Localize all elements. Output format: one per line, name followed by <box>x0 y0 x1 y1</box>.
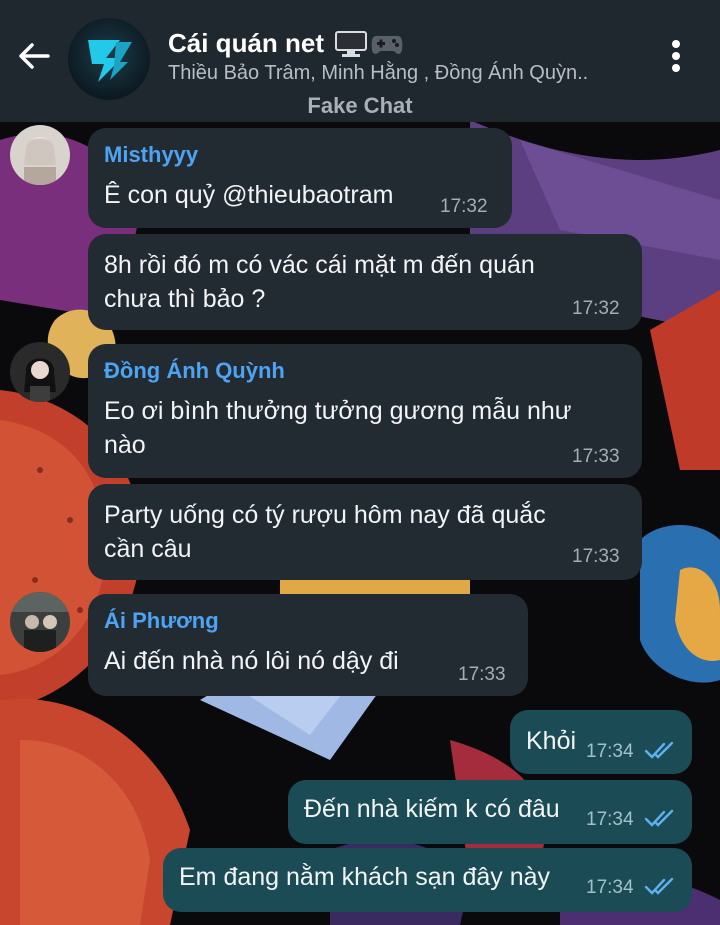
chat-title: Cái quán net <box>168 28 325 58</box>
message-bubble[interactable]: Ái Phương Ai đến nhà nó lôi nó dậy đi 17… <box>88 594 528 696</box>
message-bubble[interactable]: 8h rồi đó m có vác cái mặt m đến quán ch… <box>88 234 642 330</box>
user-photo-icon <box>10 592 70 652</box>
avatar-dong-anh-quynh[interactable] <box>10 342 70 402</box>
message-time: 17:34 <box>586 809 634 830</box>
message-text-line: 8h rồi đó m có vác cái mặt m đến quán <box>104 251 535 279</box>
arrow-left-icon <box>19 43 50 69</box>
message-time: 17:33 <box>572 446 620 467</box>
message-time: 17:34 <box>586 877 634 898</box>
chat-header: Cái quán net Thiều Bảo Trâm, Minh Hằng ,… <box>0 0 720 122</box>
sender-name[interactable]: Đồng Ánh Quỳnh <box>104 358 285 384</box>
message-time: 17:32 <box>572 298 620 319</box>
message-text: Ai đến nhà nó lôi nó dậy đi <box>104 647 399 675</box>
sender-name[interactable]: Misthyyy <box>104 142 198 168</box>
message-text: Ê con quỷ @thieubaotram <box>104 181 394 209</box>
outgoing-message-bubble[interactable]: Em đang nằm khách sạn đây này 17:34 <box>163 848 692 912</box>
message-text: Đến nhà kiếm k có đâu <box>304 795 560 823</box>
group-avatar[interactable] <box>68 18 150 100</box>
message-text-line: chưa thì bảo ? <box>104 285 266 313</box>
message-text: Em đang nằm khách sạn đây này <box>179 863 551 891</box>
message-text-line: Eo ơi bình thưởng tưởng gương mẫu như <box>104 397 572 425</box>
sender-name[interactable]: Ái Phương <box>104 608 219 634</box>
outgoing-message-bubble[interactable]: Đến nhà kiếm k có đâu 17:34 <box>288 780 692 844</box>
group-logo-icon <box>88 40 132 82</box>
double-check-icon <box>644 741 674 759</box>
avatar-ai-phuong[interactable] <box>10 592 70 652</box>
user-photo-icon <box>10 342 70 402</box>
message-time: 17:33 <box>458 664 506 685</box>
message-time: 17:32 <box>440 196 488 217</box>
message-text-line: cần câu <box>104 535 192 563</box>
chat-members[interactable]: Thiều Bảo Trâm, Minh Hằng , Đồng Ánh Quỳ… <box>168 62 588 85</box>
message-text-line: Party uống có tý rượu hôm nay đã quắc <box>104 501 546 529</box>
desktop-computer-icon <box>335 30 368 57</box>
message-bubble[interactable]: Party uống có tý rượu hôm nay đã quắc cầ… <box>88 484 642 580</box>
avatar-misthyyy[interactable] <box>10 125 70 185</box>
message-time: 17:34 <box>586 741 634 762</box>
message-text-line: nào <box>104 431 146 459</box>
fake-chat-watermark: Fake Chat <box>307 93 413 118</box>
message-text: Khỏi <box>526 727 577 755</box>
user-photo-icon <box>10 125 70 185</box>
more-vertical-icon <box>672 40 680 48</box>
game-controller-icon <box>371 35 403 54</box>
double-check-icon <box>644 877 674 895</box>
double-check-icon <box>644 809 674 827</box>
back-button[interactable] <box>14 36 54 76</box>
more-options-button[interactable] <box>662 38 690 78</box>
message-time: 17:33 <box>572 546 620 567</box>
outgoing-message-bubble[interactable]: Khỏi 17:34 <box>510 710 692 774</box>
message-bubble[interactable]: Đồng Ánh Quỳnh Eo ơi bình thưởng tưởng g… <box>88 344 642 478</box>
message-bubble[interactable]: Misthyyy Ê con quỷ @thieubaotram 17:32 <box>88 128 512 228</box>
